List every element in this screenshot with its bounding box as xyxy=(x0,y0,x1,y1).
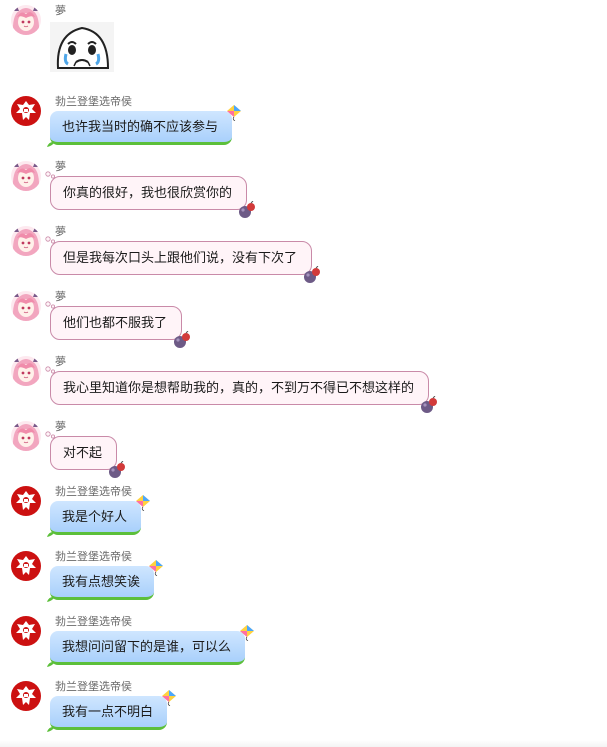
sender-name: 勃兰登堡选帝侯 xyxy=(55,680,132,693)
bomb-decoration-icon xyxy=(238,201,256,219)
message-bubble[interactable]: 对不起 xyxy=(45,431,126,479)
leaf-tail-icon xyxy=(47,531,55,537)
sender-name: 勃兰登堡选帝侯 xyxy=(55,550,132,563)
sender-name: 勃兰登堡选帝侯 xyxy=(55,95,132,108)
message-text: 我心里知道你是想帮助我的，真的，不到万不得已不想这样的 xyxy=(63,381,415,396)
message-row: 夢对不起 xyxy=(0,418,600,480)
anime-avatar-icon xyxy=(11,421,41,451)
message-text: 我想问问留下的是谁，可以么 xyxy=(62,640,232,655)
bomb-decoration-icon xyxy=(173,331,191,349)
anime-avatar-icon xyxy=(11,5,41,35)
message-row: 勃兰登堡选帝侯我有一点不明白 xyxy=(0,678,600,740)
message-row: 勃兰登堡选帝侯我有点想笑诶 xyxy=(0,548,600,610)
avatar-meng[interactable] xyxy=(11,5,41,35)
leaf-tail-icon xyxy=(47,141,55,147)
sender-name: 夢 xyxy=(55,4,66,17)
message-bubble[interactable]: 我想问问留下的是谁，可以么 xyxy=(47,625,255,667)
message-text: 也许我当时的确不应该参与 xyxy=(62,120,219,135)
avatar-meng[interactable] xyxy=(11,356,41,386)
leaf-tail-icon xyxy=(47,596,55,602)
message-row: 夢我心里知道你是想帮助我的，真的，不到万不得已不想这样的 xyxy=(0,353,600,415)
bubble-tail-icon xyxy=(45,236,55,244)
kite-decoration-icon xyxy=(239,625,255,641)
avatar-brandenburg[interactable] xyxy=(11,551,41,581)
sender-name: 勃兰登堡选帝侯 xyxy=(55,615,132,628)
bubble-tail-icon xyxy=(45,431,55,439)
eagle-crest-icon xyxy=(11,486,41,516)
bomb-decoration-icon xyxy=(303,266,321,284)
message-bubble[interactable]: 我心里知道你是想帮助我的，真的，不到万不得已不想这样的 xyxy=(45,366,438,414)
message-row: 勃兰登堡选帝侯我想问问留下的是谁，可以么 xyxy=(0,613,600,675)
avatar-meng[interactable] xyxy=(11,291,41,321)
message-bubble[interactable]: 但是我每次口头上跟他们说，没有下次了 xyxy=(45,236,321,284)
message-text: 我是个好人 xyxy=(62,510,128,525)
crying-face-sticker-icon xyxy=(50,22,114,72)
anime-avatar-icon xyxy=(11,226,41,256)
message-bubble[interactable]: 也许我当时的确不应该参与 xyxy=(47,105,242,147)
avatar-brandenburg[interactable] xyxy=(11,486,41,516)
message-bubble[interactable]: 我是个好人 xyxy=(47,495,151,537)
message-row: 勃兰登堡选帝侯也许我当时的确不应该参与 xyxy=(0,93,600,155)
anime-avatar-icon xyxy=(11,291,41,321)
avatar-meng[interactable] xyxy=(11,421,41,451)
avatar-brandenburg[interactable] xyxy=(11,616,41,646)
chat-window: 夢勃兰登堡选帝侯 也许我当时的确不应该参与夢你真的很好，我也很欣赏你的夢但是我每次… xyxy=(0,0,607,747)
avatar-meng[interactable] xyxy=(11,161,41,191)
message-bubble[interactable]: 我有点想笑诶 xyxy=(47,560,164,602)
leaf-tail-icon xyxy=(47,726,55,732)
message-text: 你真的很好，我也很欣赏你的 xyxy=(63,186,233,201)
kite-decoration-icon xyxy=(148,560,164,576)
leaf-tail-icon xyxy=(47,661,55,667)
eagle-crest-icon xyxy=(11,681,41,711)
avatar-brandenburg[interactable] xyxy=(11,96,41,126)
message-text: 我有点想笑诶 xyxy=(62,575,141,590)
eagle-crest-icon xyxy=(11,616,41,646)
bubble-tail-icon xyxy=(45,301,55,309)
avatar-meng[interactable] xyxy=(11,226,41,256)
message-row: 夢 xyxy=(0,2,600,72)
bubble-tail-icon xyxy=(45,171,55,179)
message-row: 夢你真的很好，我也很欣赏你的 xyxy=(0,158,600,220)
message-text: 但是我每次口头上跟他们说，没有下次了 xyxy=(63,251,298,266)
kite-decoration-icon xyxy=(161,690,177,706)
message-text: 我有一点不明白 xyxy=(62,705,154,720)
message-bubble[interactable]: 他们也都不服我了 xyxy=(45,301,191,349)
message-row: 夢但是我每次口头上跟他们说，没有下次了 xyxy=(0,223,600,285)
message-text: 他们也都不服我了 xyxy=(63,316,168,331)
scroll-edge xyxy=(0,740,607,747)
anime-avatar-icon xyxy=(11,161,41,191)
eagle-crest-icon xyxy=(11,96,41,126)
message-text: 对不起 xyxy=(63,446,103,461)
kite-decoration-icon xyxy=(226,105,242,121)
anime-avatar-icon xyxy=(11,356,41,386)
avatar-brandenburg[interactable] xyxy=(11,681,41,711)
sender-name: 勃兰登堡选帝侯 xyxy=(55,485,132,498)
kite-decoration-icon xyxy=(135,495,151,511)
bomb-decoration-icon xyxy=(420,396,438,414)
message-row: 夢他们也都不服我了 xyxy=(0,288,600,350)
message-bubble[interactable]: 你真的很好，我也很欣赏你的 xyxy=(45,171,256,219)
message-row: 勃兰登堡选帝侯 我是个好人 xyxy=(0,483,600,545)
bomb-decoration-icon xyxy=(108,461,126,479)
eagle-crest-icon xyxy=(11,551,41,581)
crying-face-sticker[interactable] xyxy=(50,22,114,72)
message-bubble[interactable]: 我有一点不明白 xyxy=(47,690,177,732)
bubble-tail-icon xyxy=(45,366,55,374)
